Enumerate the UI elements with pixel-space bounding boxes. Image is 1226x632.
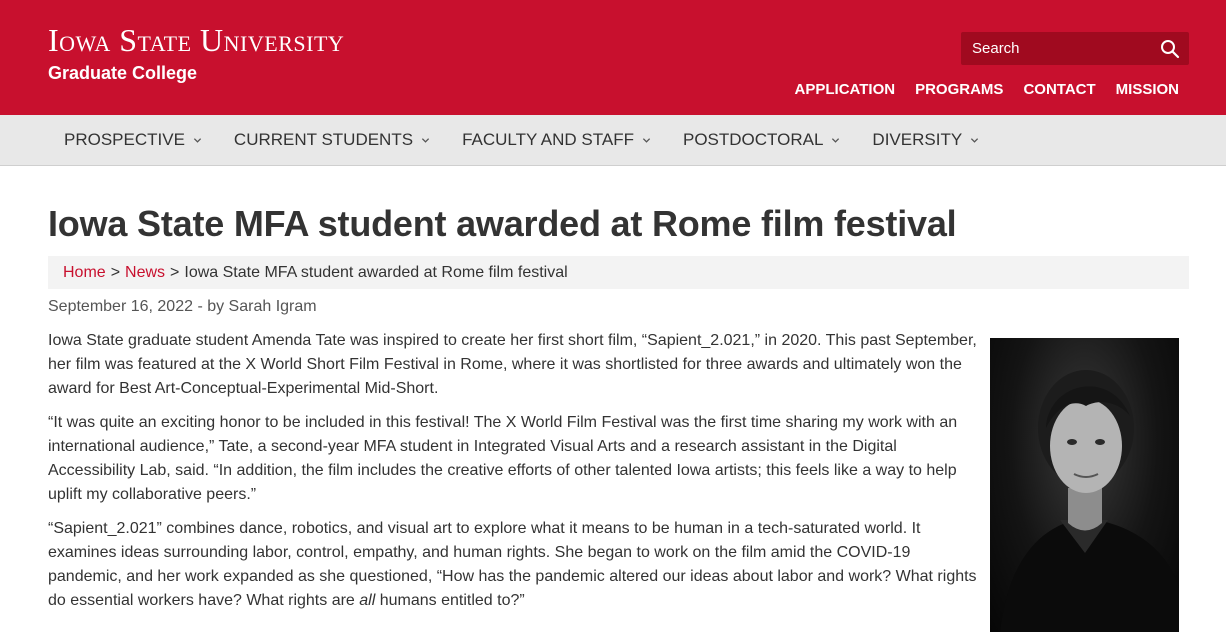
main-nav: PROSPECTIVE CURRENT STUDENTS FACULTY AND… [0,115,1226,166]
breadcrumb-home-link[interactable]: Home [63,264,106,282]
nav-item-postdoctoral[interactable]: POSTDOCTORAL [667,115,856,165]
search-box [961,32,1189,65]
search-input[interactable] [961,32,1151,65]
nav-item-label: POSTDOCTORAL [682,130,824,149]
paragraph-text: humans entitled to?” [375,592,525,609]
nav-item-prospective[interactable]: PROSPECTIVE [48,115,218,165]
portrait-photo [990,338,1179,632]
nav-item-diversity[interactable]: DIVERSITY [856,115,995,165]
nav-item-current-students[interactable]: CURRENT STUDENTS [218,115,446,165]
search-icon[interactable] [1160,39,1180,59]
chevron-down-icon [971,137,979,143]
university-wordmark[interactable]: Iowa State University [48,24,344,56]
page-title: Iowa State MFA student awarded at Rome f… [48,203,957,244]
nav-item-label: PROSPECTIVE [64,130,185,149]
emphasis-text: all [359,592,376,609]
nav-item-label: FACULTY AND STAFF [462,130,634,149]
portrait-illustration [1000,370,1179,632]
article-paragraph: Iowa State graduate student Amenda Tate … [48,332,977,397]
article-body: Iowa State graduate student Amenda Tate … [48,329,978,623]
nav-item-faculty-and-staff[interactable]: FACULTY AND STAFF [446,115,667,165]
chevron-down-icon [421,137,430,143]
chevron-down-icon [193,137,202,143]
article-paragraph: “Sapient_2.021” combines dance, robotics… [48,517,978,613]
chevron-down-icon [642,137,651,143]
utility-nav: APPLICATION PROGRAMS CONTACT MISSION [795,81,1179,99]
breadcrumb-current: Iowa State MFA student awarded at Rome f… [184,263,568,281]
nav-item-label: CURRENT STUDENTS [233,130,414,149]
chevron-down-icon [832,137,840,143]
utility-link-contact[interactable]: CONTACT [1023,81,1095,99]
site-header: Iowa State University Graduate College A… [0,0,1226,115]
breadcrumb-separator: > [110,263,121,281]
breadcrumb: Home > News > Iowa State MFA student awa… [48,256,1189,289]
utility-link-application[interactable]: APPLICATION [795,81,896,99]
utility-link-programs[interactable]: PROGRAMS [915,81,1003,99]
article-paragraph: “It was quite an exciting honor to be in… [48,414,958,503]
breadcrumb-separator: > [170,263,180,281]
nav-item-label: DIVERSITY [872,130,963,149]
breadcrumb-news-link[interactable]: News [125,264,165,282]
article-byline: September 16, 2022 - by Sarah Igram [48,298,317,315]
college-name[interactable]: Graduate College [48,63,197,83]
utility-link-mission[interactable]: MISSION [1116,81,1179,99]
